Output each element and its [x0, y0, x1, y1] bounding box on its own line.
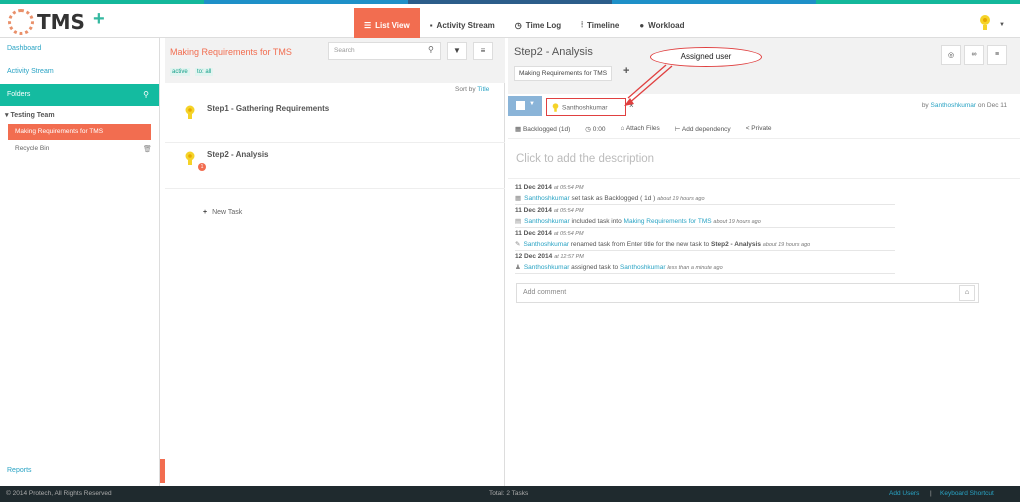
activity-date: 11 Dec 2014 at 05:54 PM [515, 184, 584, 191]
user-assign-icon: ♟ [515, 264, 521, 271]
sort-by[interactable]: Sort by Title [455, 86, 489, 93]
activity-date: 12 Dec 2014 at 12:57 PM [515, 253, 584, 260]
sidebar-item-reports[interactable]: Reports [7, 467, 32, 474]
tab-time-log[interactable]: ◷ Time Log [505, 8, 571, 42]
user-icon: ● [639, 20, 645, 30]
list-icon: ☰ [364, 20, 372, 30]
sidebar-item-dashboard[interactable]: Dashboard [7, 45, 41, 52]
filter-tag-active[interactable]: active [170, 68, 190, 76]
status-dropdown[interactable]: ▼ [508, 96, 542, 116]
attach-files-button[interactable]: ⌂ Attach Files [620, 125, 659, 133]
activity-item: 11 Dec 2014 at 05:54 PM ▤ Santhoshkumar in… [515, 207, 895, 228]
pencil-icon: ✎ [515, 241, 521, 248]
view-tabs: ☰ List View ▪ Activity Stream ◷ Time Log ⦙ T… [354, 8, 694, 42]
sidebar-item-folder[interactable]: Making Requirements for TMS [8, 124, 151, 140]
app-name[interactable]: TMS [37, 10, 85, 34]
rss-icon[interactable]: ◎ [941, 45, 961, 65]
link-icon[interactable]: ∞ [964, 45, 984, 65]
task-detail-title[interactable]: Step2 - Analysis [514, 46, 593, 58]
filter-tag-to[interactable]: to: all [195, 68, 214, 76]
top-header: TMS + ☰ List View ▪ Activity Stream ◷ Time … [0, 4, 1020, 42]
footer: © 2014 Protech, All Rights Reserved Tota… [0, 486, 1020, 502]
search-icon[interactable]: ⚲ [428, 45, 434, 54]
filter-icon[interactable]: ▼ [447, 42, 467, 60]
activity-date: 11 Dec 2014 at 05:54 PM [515, 207, 584, 214]
task-detail-panel: Step2 - Analysis Making Requirements for… [508, 38, 1020, 486]
description-field[interactable]: Click to add the description [516, 153, 654, 165]
timeline-icon: ⦙ [581, 20, 583, 29]
comment-icon: ▪ [429, 20, 433, 30]
tab-list-view[interactable]: ☰ List View [354, 8, 420, 42]
folders-header[interactable]: Folders ⚲ [0, 84, 159, 106]
menu-icon[interactable]: ≡ [987, 45, 1007, 65]
copyright: © 2014 Protech, All Rights Reserved [6, 490, 112, 497]
list-title: Making Requirements for TMS [170, 47, 292, 57]
add-dependency-button[interactable]: ⊢ Add dependency [675, 125, 731, 133]
created-by: by Santhoshkumar on Dec 11 [921, 102, 1007, 109]
task-list-header: Making Requirements for TMS active to: a… [165, 38, 505, 83]
sidebar-item-activity-stream[interactable]: Activity Stream [7, 68, 54, 75]
status-backlogged[interactable]: ▦ Backlogged (1d) [515, 125, 570, 133]
user-avatar-icon[interactable] [977, 14, 993, 32]
activity-item: 11 Dec 2014 at 05:54 PM ✎ Santhoshkumar re… [515, 230, 895, 251]
folder-icon: ▤ [515, 218, 522, 225]
avatar-icon [185, 105, 195, 119]
avatar-icon [552, 103, 559, 112]
annotation-arrow [624, 64, 673, 106]
task-detail-header: Step2 - Analysis Making Requirements for… [508, 38, 1020, 94]
activity-item: 11 Dec 2014 at 05:54 PM ▦ Santhoshkumar se… [515, 184, 895, 205]
sidebar-team[interactable]: ▾ Testing Team [5, 111, 55, 119]
chevron-down-icon[interactable]: ▼ [999, 22, 1005, 28]
task-status-bar: ▼ Santhoshkumar × by Santhoshkumar on De… [508, 96, 1020, 116]
plus-icon: + [203, 209, 208, 216]
add-users-link[interactable]: Add Users [889, 490, 919, 497]
app-logo-icon[interactable] [8, 9, 34, 35]
private-toggle[interactable]: < Private [746, 125, 772, 133]
sidebar-item-recycle-bin[interactable]: Recycle Bin [15, 145, 49, 152]
new-task-button[interactable]: + New Task [203, 209, 242, 216]
checkbox-icon[interactable] [516, 101, 525, 110]
footer-separator: | [930, 490, 932, 497]
activity-date: 11 Dec 2014 at 05:54 PM [515, 230, 584, 237]
task-title[interactable]: Step2 - Analysis [207, 150, 269, 159]
task-row[interactable]: 1 Step2 - Analysis [165, 143, 505, 189]
assigned-user[interactable]: Santhoshkumar [546, 98, 626, 116]
task-title[interactable]: Step1 - Gathering Requirements [207, 104, 329, 113]
keyboard-shortcut-link[interactable]: Keyboard Shortcut [940, 490, 994, 497]
paperclip-icon[interactable]: ⌂ [959, 285, 975, 301]
menu-icon[interactable]: ≡ [473, 42, 493, 60]
avatar-icon [185, 151, 195, 165]
clock-icon: ◷ [585, 126, 593, 133]
trash-icon[interactable]: 🗑 [143, 145, 152, 153]
time-tracked[interactable]: ◷ 0:00 [585, 125, 605, 133]
calendar-icon: ▦ [515, 195, 522, 202]
task-meta-row: ▦ Backlogged (1d) ◷ 0:00 ⌂ Attach Files … [515, 125, 787, 133]
activity-item: 12 Dec 2014 at 12:57 PM ♟ Santhoshkumar as… [515, 253, 895, 274]
notification-badge: 1 [198, 163, 206, 171]
tab-workload[interactable]: ● Workload [629, 8, 694, 42]
divider [508, 138, 1020, 139]
calendar-icon: ▦ [515, 126, 523, 133]
folder-tag[interactable]: Making Requirements for TMS [514, 66, 613, 81]
plus-icon[interactable]: + [93, 8, 105, 31]
clock-icon: ◷ [514, 20, 522, 30]
task-list-panel: Making Requirements for TMS active to: a… [165, 38, 505, 486]
divider [508, 178, 1020, 179]
search-icon[interactable]: ⚲ [143, 90, 149, 99]
dependency-icon: ⊢ [674, 126, 682, 133]
search-input[interactable]: Search [328, 42, 441, 60]
total-tasks: Total: 2 Tasks [489, 490, 529, 497]
task-row[interactable]: Step1 - Gathering Requirements [165, 97, 505, 143]
chevron-down-icon[interactable]: ▼ [529, 101, 535, 107]
comment-input[interactable]: Add comment [516, 283, 979, 303]
tab-timeline[interactable]: ⦙ Timeline [571, 8, 629, 42]
tab-activity-stream[interactable]: ▪ Activity Stream [420, 8, 505, 42]
